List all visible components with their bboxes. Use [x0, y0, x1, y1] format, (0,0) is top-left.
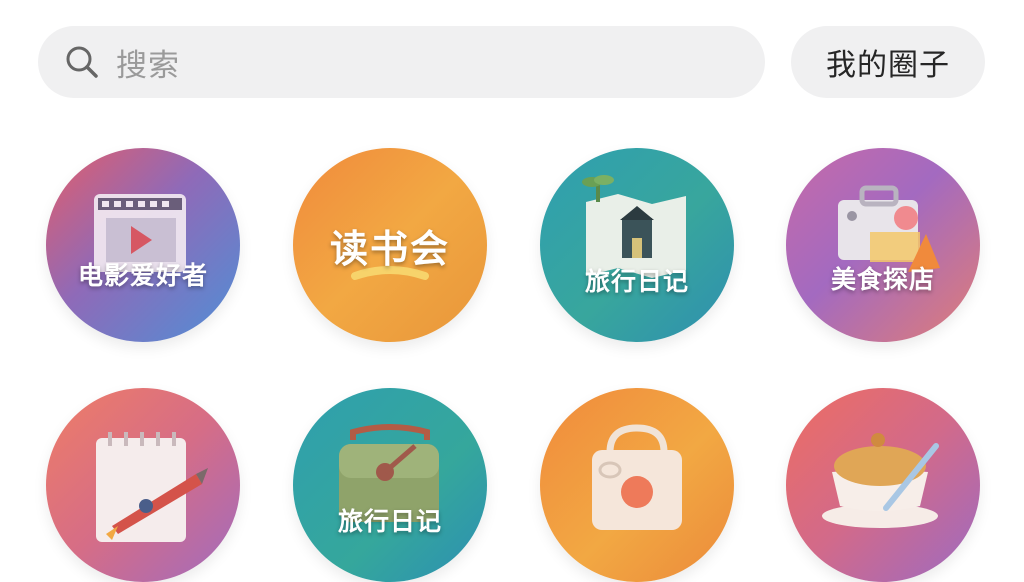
tile-label: 电影爱好者 — [77, 261, 208, 290]
search-bar[interactable]: 搜索 — [38, 26, 765, 98]
film-strip-icon — [94, 194, 186, 272]
tile-label: 美食探店 — [830, 265, 935, 294]
circle-tile-food-bowl[interactable] — [786, 388, 980, 582]
travel-map-icon — [582, 175, 686, 278]
circle-tile-travel-bag[interactable]: 旅行日记 — [293, 388, 487, 582]
circle-tile-reading[interactable]: 读书会 — [293, 148, 487, 342]
shop-camera-icon — [838, 185, 940, 272]
my-circles-label: 我的圈子 — [826, 48, 950, 83]
notebook-pen-icon — [96, 432, 208, 542]
tile-label: 读书会 — [329, 227, 450, 271]
circle-tile-travel[interactable]: 旅行日记 — [540, 148, 734, 342]
search-placeholder: 搜索 — [116, 47, 180, 84]
tile-label: 旅行日记 — [584, 267, 689, 296]
circle-tile-tote[interactable] — [540, 388, 734, 582]
circle-tile-film[interactable]: 电影爱好者 — [46, 148, 240, 342]
food-bowl-fork-icon — [822, 433, 939, 528]
tile-label: 旅行日记 — [337, 507, 442, 536]
backpack-icon — [339, 424, 439, 522]
my-circles-button[interactable]: 我的圈子 — [791, 26, 985, 98]
circle-tile-notebook[interactable] — [46, 388, 240, 582]
tote-bag-icon — [592, 424, 682, 530]
search-icon — [64, 44, 100, 80]
circle-tile-food-shop[interactable]: 美食探店 — [786, 148, 980, 342]
